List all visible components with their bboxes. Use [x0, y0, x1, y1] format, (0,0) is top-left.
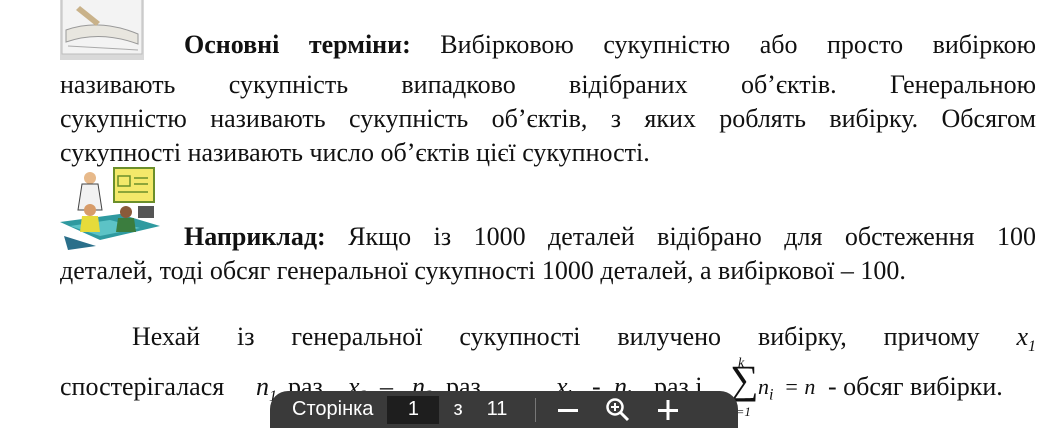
- plus-icon: [658, 399, 679, 420]
- terms-line-1: Основні терміни: Вибірковою сукупністю а…: [184, 30, 1036, 59]
- sum-symbol: ∑: [730, 357, 759, 402]
- current-page-input[interactable]: 1: [387, 395, 440, 424]
- example-heading: Наприклад:: [184, 222, 326, 251]
- sum-upper-limit: k: [738, 356, 745, 371]
- toolbar-divider: [535, 397, 537, 422]
- terms-line-3: сукупністю називають сукупність об’єктів…: [60, 104, 1036, 133]
- ni-symbol: ni: [758, 374, 774, 404]
- para-line-1: Нехай із генеральної сукупності вилучено…: [132, 322, 1037, 356]
- zoom-in-button[interactable]: [646, 392, 690, 428]
- minus-icon: [558, 408, 579, 412]
- terms-heading: Основні терміни:: [184, 30, 411, 59]
- terms-line-2: називають сукупність випадково відібрани…: [60, 70, 1036, 99]
- page-toolbar: Сторінка 1 з 11: [270, 391, 738, 428]
- page-label: Сторінка: [292, 398, 374, 420]
- example-line-1: Наприклад: Якщо із 1000 деталей відібран…: [184, 222, 1036, 251]
- x1-symbol: x1: [1016, 322, 1037, 356]
- of-label: з: [453, 398, 463, 420]
- total-pages: 11: [486, 398, 508, 420]
- example-line-2: деталей, тоді обсяг генеральної сукупнос…: [60, 256, 906, 285]
- magnifier-icon: [606, 397, 630, 421]
- zoom-out-button[interactable]: [546, 392, 590, 428]
- zoom-fit-button[interactable]: [596, 392, 640, 428]
- terms-line-4: сукупності називають число об’єктів цієї…: [60, 138, 650, 167]
